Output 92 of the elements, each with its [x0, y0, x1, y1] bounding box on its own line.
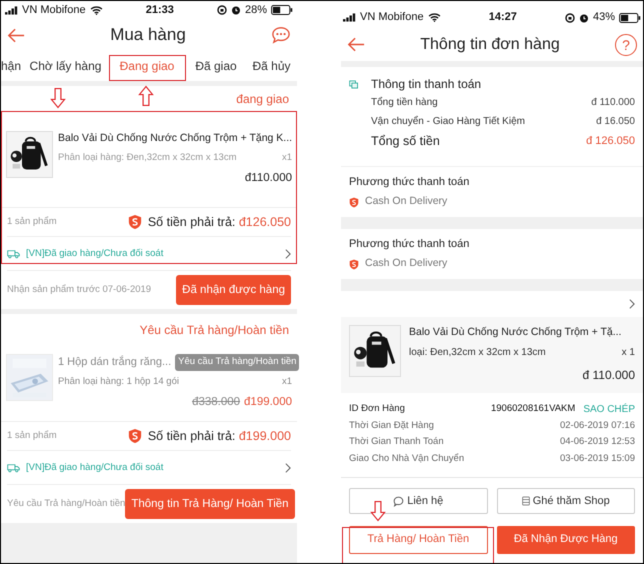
total-amount: Số tiền phải trả: đ126.050 [148, 214, 291, 231]
detail-value: 04-06-2019 12:53 [560, 435, 635, 450]
payment-method: Cash On Delivery [365, 194, 448, 210]
chevron-icon [629, 299, 635, 309]
carrier-name: VN Mobifone [360, 10, 424, 26]
copy-link[interactable]: SAO CHÉP [583, 402, 635, 417]
payment-amount: đ 110.000 [591, 96, 635, 110]
chat-icon[interactable] [271, 26, 291, 44]
contact-button[interactable]: Liên hệ [349, 488, 488, 514]
shield-icon [349, 258, 359, 270]
detail-value: 02-06-2019 07:16 [560, 418, 635, 433]
detail-value: 19060208161VAKM [490, 402, 576, 416]
detail-label: Thời Gian Đặt Hàng [349, 418, 434, 433]
item-count: 1 sản phẩm [7, 429, 57, 444]
payment-label: Vận chuyển - Giao Hàng Tiết Kiệm [371, 114, 525, 129]
battery-icon [270, 5, 293, 15]
quantity: x1 [282, 374, 292, 389]
order-status: Yêu cầu Trả hàng/Hoàn tiền [140, 322, 289, 340]
total-amount: đ 126.050 [586, 134, 635, 150]
battery-icon [618, 12, 641, 22]
page-title: Thông tin đơn hàng [420, 34, 560, 54]
order-note: Yêu cầu Trả hàng/Hoàn tiền [7, 497, 126, 512]
order-tab[interactable]: hận [1, 54, 23, 78]
product-price: đ199.000 [244, 395, 292, 410]
signal-icon [5, 6, 18, 14]
order-tab[interactable]: Chờ lấy hàng [23, 54, 108, 78]
order-tab[interactable]: Đã hủy [246, 54, 297, 78]
detail-label: Giao Cho Nhà Vận Chuyển [349, 452, 464, 466]
chevron-icon [285, 462, 291, 473]
battery-percent: 28% [244, 2, 267, 18]
alarm-icon [230, 5, 241, 15]
back-arrow-icon[interactable] [7, 28, 25, 42]
order-tab[interactable]: Đã giao [186, 54, 246, 78]
payment-method: Cash On Delivery [365, 256, 448, 272]
product-variant: Phân loại hàng: Đen,32cm x 32cm x 13cm [58, 150, 236, 165]
status-badge: Yêu cầu Trả hàng/Hoàn tiền [175, 354, 300, 371]
item-count: 1 sản phẩm [7, 215, 57, 230]
alarm-icon [578, 12, 589, 22]
page-title: Mua hàng [110, 24, 186, 46]
battery-percent: 43% [592, 10, 615, 26]
clock-time: 14:27 [488, 10, 517, 26]
order-note: Nhận sản phẩm trước 07-06-2019 [7, 283, 152, 298]
section-title: Thông tin thanh toán [371, 76, 482, 93]
quantity: x 1 [622, 346, 635, 360]
help-button[interactable]: ? [614, 34, 637, 56]
received-button[interactable]: Đã Nhận Được Hàng [496, 526, 635, 554]
shield-icon [128, 428, 142, 444]
card-icon [349, 80, 359, 88]
order-status: đang giao [236, 90, 289, 108]
detail-value: 03-06-2019 15:09 [560, 452, 635, 466]
detail-label: ID Đơn Hàng [349, 402, 405, 416]
product-variant: loại: Đen,32cm x 32cm x 13cm [409, 346, 546, 360]
total-amount: Số tiền phải trả: đ199.000 [148, 428, 291, 445]
return-refund-button[interactable]: Trả Hàng/ Hoàn Tiền [349, 526, 488, 554]
product-price: đ 110.000 [582, 366, 635, 384]
shield-icon [128, 214, 142, 230]
rotation-lock-icon [564, 12, 575, 22]
chevron-icon [285, 248, 291, 259]
truck-icon [7, 248, 20, 259]
shipping-status: [VN]Đã giao hàng/Chưa đối soát [26, 460, 164, 475]
detail-label: Thời Gian Thanh Toán [349, 435, 444, 450]
original-price: đ338.000 [192, 395, 240, 410]
total-label: Tổng số tiền [371, 133, 440, 150]
back-arrow-icon[interactable] [347, 37, 365, 52]
truck-icon [7, 462, 20, 473]
shipping-status: [VN]Đã giao hàng/Chưa đối soát [26, 246, 164, 261]
section-title: Phương thức thanh toán [349, 236, 470, 252]
shield-icon [349, 196, 359, 208]
payment-amount: đ 16.050 [596, 115, 635, 129]
order-action-button[interactable]: Thông tin Trả Hàng/ Hoàn Tiền [125, 489, 295, 520]
section-title: Phương thức thanh toán [349, 174, 470, 190]
product-row[interactable]: Balo Vải Dù Chống Nước Chống Trộm + Tặng K... Phân loại hàng: Đen,32cm x 32cm x 13cm x1 đ110.000 [1, 111, 297, 208]
clock-time: 21:33 [146, 2, 174, 18]
order-tab[interactable]: Đang giao [108, 54, 186, 78]
quantity: x1 [282, 150, 292, 165]
payment-label: Tổng tiền hàng [371, 96, 438, 110]
shipping-status-row[interactable]: [VN]Đã giao hàng/Chưa đối soát [7, 237, 291, 272]
visit-shop-button[interactable]: Ghé thăm Shop [496, 488, 635, 514]
product-name: Balo Vải Dù Chống Nước Chống Trộm + Tặ... [409, 325, 622, 340]
order-action-button[interactable]: Đã nhận được hàng [176, 275, 291, 306]
shipping-status-row[interactable]: [VN]Đã giao hàng/Chưa đối soát [7, 451, 291, 486]
signal-icon [343, 13, 356, 22]
product-name: 1 Hộp dán trắng răng... [58, 354, 172, 370]
product-price: đ110.000 [244, 171, 292, 186]
store-icon [522, 496, 530, 506]
wifi-icon [428, 13, 441, 22]
carrier-name: VN Mobifone [22, 2, 86, 18]
product-name: Balo Vải Dù Chống Nước Chống Trộm + Tặng K... [58, 131, 292, 146]
wifi-icon [90, 6, 103, 14]
rotation-lock-icon [216, 5, 227, 15]
product-variant: Phân loại hàng: 1 hộp 14 gói [58, 374, 179, 389]
chat-bubble-icon [393, 496, 404, 506]
